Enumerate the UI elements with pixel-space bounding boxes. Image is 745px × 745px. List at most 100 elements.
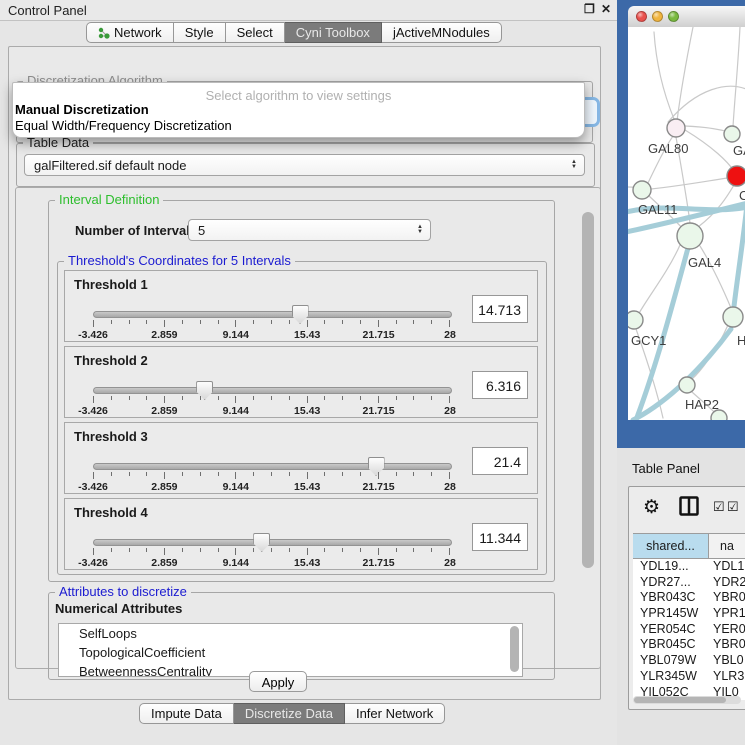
threshold-value-field[interactable]: 6.316: [472, 371, 528, 399]
table-row[interactable]: YLR345WYLR3: [633, 669, 745, 685]
threshold-slider-track[interactable]: [93, 539, 452, 546]
network-node[interactable]: [628, 311, 643, 329]
tick-mark: [93, 548, 94, 555]
scale-label: -3.426: [78, 481, 108, 493]
tick-mark: [449, 472, 450, 479]
table-row[interactable]: YER054CYER0: [633, 622, 745, 638]
table-header-row[interactable]: shared...na: [633, 533, 745, 559]
scale-label: 9.144: [223, 329, 249, 341]
tab-infer-network[interactable]: Infer Network: [345, 703, 445, 724]
threshold-row: Threshold 1-3.4262.8599.14415.4321.71528…: [64, 270, 538, 342]
close-traffic-light[interactable]: [636, 11, 647, 22]
network-node[interactable]: [677, 223, 703, 249]
tick-mark: [289, 472, 290, 476]
tick-mark: [146, 548, 147, 552]
threshold-slider-track[interactable]: [93, 387, 452, 394]
scale-label: 15.43: [294, 405, 320, 417]
table-data-combobox[interactable]: galFiltered.sif default node ▲▼: [24, 154, 585, 176]
table-cell: YER054C: [633, 622, 709, 638]
attribute-list-item[interactable]: SelfLoops: [59, 624, 522, 643]
network-canvas[interactable]: GAL80GACGAL11GAL4GCY1HHAP2: [628, 27, 745, 420]
threshold-value-field[interactable]: 14.713: [472, 295, 528, 323]
tab-cyni-toolbox[interactable]: Cyni Toolbox: [285, 22, 382, 43]
threshold-row: Threshold 4-3.4262.8599.14415.4321.71528…: [64, 498, 538, 570]
threshold-row: Threshold 3-3.4262.8599.14415.4321.71528…: [64, 422, 538, 494]
table-panel-area: Table Panel ⚙ ☑ ☑ shared...na YDL19...YD…: [617, 448, 745, 745]
tab-style[interactable]: Style: [174, 22, 226, 43]
algorithm-option[interactable]: Manual Discretization: [15, 102, 149, 117]
float-window-icon[interactable]: ❐: [584, 2, 595, 16]
table-row[interactable]: YPR145WYPR1: [633, 606, 745, 622]
tick-mark: [253, 472, 254, 476]
number-of-intervals-combobox[interactable]: 5 ▲▼: [188, 219, 431, 241]
threshold-slider-track[interactable]: [93, 463, 452, 470]
tick-mark: [235, 396, 236, 403]
thresholds-group-title: Threshold's Coordinates for 5 Intervals: [64, 253, 295, 268]
network-node[interactable]: [723, 307, 743, 327]
network-node[interactable]: [711, 410, 727, 420]
vertical-scrollbar[interactable]: [582, 212, 594, 568]
network-node[interactable]: [633, 181, 651, 199]
list-scrollbar[interactable]: [510, 626, 519, 672]
panel-title: Control Panel: [8, 3, 87, 18]
zoom-traffic-light[interactable]: [668, 11, 679, 22]
scale-label: 15.43: [294, 557, 320, 569]
checkbox-icon[interactable]: ☑: [727, 499, 739, 515]
close-window-icon[interactable]: ✕: [601, 2, 611, 16]
threshold-value-field[interactable]: 11.344: [472, 523, 528, 551]
network-node[interactable]: [667, 119, 685, 137]
network-node[interactable]: [679, 377, 695, 393]
horizontal-scrollbar-thumb[interactable]: [634, 697, 726, 703]
checkbox-icon[interactable]: ☑: [713, 499, 725, 515]
table-column-header[interactable]: na: [709, 534, 745, 558]
table-cell: YBR0: [709, 637, 745, 653]
number-of-intervals-value: 5: [189, 223, 205, 238]
table-row[interactable]: YBL079WYBL0: [633, 653, 745, 669]
thresholds-groupbox: Threshold's Coordinates for 5 Intervals …: [57, 261, 547, 575]
scale-label: 21.715: [363, 329, 395, 341]
threshold-slider-track[interactable]: [93, 311, 452, 318]
tick-mark: [396, 320, 397, 324]
tab-impute-data[interactable]: Impute Data: [139, 703, 234, 724]
scale-label: 9.144: [223, 557, 249, 569]
table-cell: YDR27...: [633, 575, 709, 591]
algorithm-option[interactable]: Equal Width/Frequency Discretization: [15, 118, 232, 133]
network-node-label: GAL80: [648, 141, 688, 156]
interval-definition-groupbox: Interval Definition Number of Intervals …: [48, 200, 555, 582]
columns-icon[interactable]: [679, 496, 699, 516]
horizontal-scrollbar[interactable]: [633, 696, 741, 704]
tick-mark: [324, 548, 325, 552]
minimize-traffic-light[interactable]: [652, 11, 663, 22]
attribute-list-item[interactable]: TopologicalCoefficient: [59, 643, 522, 662]
numerical-attributes-list[interactable]: SelfLoopsTopologicalCoefficientBetweenne…: [58, 623, 523, 677]
table-row[interactable]: YBR045CYBR0: [633, 637, 745, 653]
tab-select[interactable]: Select: [226, 22, 285, 43]
tick-mark: [324, 396, 325, 400]
table-row[interactable]: YDR27...YDR2: [633, 575, 745, 591]
tab-jactivemnodules[interactable]: jActiveMNodules: [382, 22, 502, 43]
tab-label: Cyni Toolbox: [296, 25, 370, 40]
tick-mark: [235, 548, 236, 555]
table-column-header[interactable]: shared...: [633, 534, 709, 558]
algorithm-dropdown-popup: Select algorithm to view settings Manual…: [12, 82, 585, 138]
network-node[interactable]: [724, 126, 740, 142]
slider-ticks: [93, 396, 450, 403]
tick-mark: [235, 472, 236, 479]
tick-mark: [218, 548, 219, 552]
network-node[interactable]: [727, 166, 745, 186]
tick-mark: [164, 320, 165, 327]
tick-mark: [111, 472, 112, 476]
table-row[interactable]: YDL19...YDL1: [633, 559, 745, 575]
tab-discretize-data[interactable]: Discretize Data: [234, 703, 345, 724]
node-table[interactable]: shared...na YDL19...YDL1YDR27...YDR2YBR0…: [633, 533, 745, 700]
tick-mark: [289, 548, 290, 552]
threshold-value-field[interactable]: 21.4: [472, 447, 528, 475]
apply-button[interactable]: Apply: [249, 671, 307, 692]
tick-mark: [396, 548, 397, 552]
network-node-label: HAP2: [685, 397, 719, 412]
tab-network[interactable]: Network: [86, 22, 174, 43]
network-window-titlebar[interactable]: [628, 6, 745, 28]
gear-icon[interactable]: ⚙: [643, 496, 660, 519]
tick-mark: [431, 320, 432, 324]
table-row[interactable]: YBR043CYBR0: [633, 590, 745, 606]
